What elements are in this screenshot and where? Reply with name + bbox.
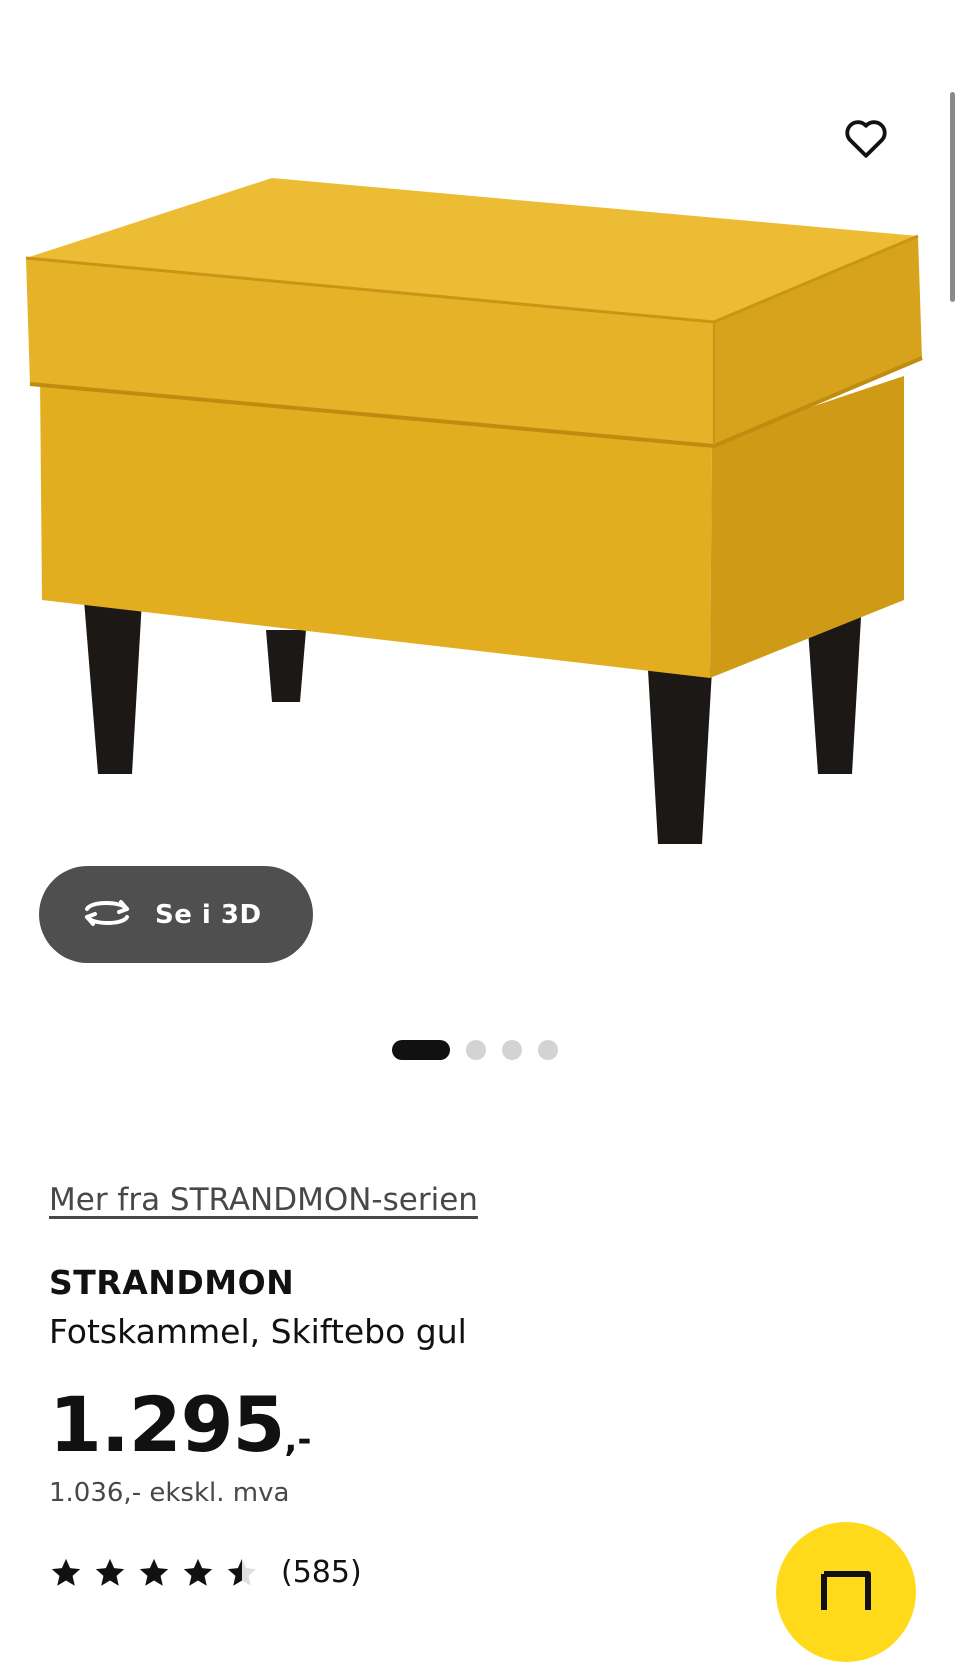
pagination-dot[interactable] (538, 1040, 558, 1060)
heart-outline-icon (843, 117, 889, 163)
pagination-dot-active[interactable] (392, 1040, 450, 1060)
star-icon (139, 1558, 169, 1586)
product-image (0, 170, 960, 890)
product-description: Fotskammel, Skiftebo gul (49, 1312, 467, 1351)
gallery-pagination (392, 1040, 558, 1060)
star-icon (227, 1558, 257, 1586)
product-price: 1.295,- (49, 1380, 311, 1469)
star-icon (95, 1558, 125, 1586)
star-icon (183, 1558, 213, 1586)
footstool-illustration (25, 178, 923, 844)
star-icon (51, 1558, 81, 1586)
rating-stars[interactable] (49, 1556, 259, 1590)
view-in-3d-button[interactable]: Se i 3D (39, 866, 313, 963)
favorite-button[interactable] (838, 112, 894, 168)
floating-action-button[interactable] (776, 1522, 916, 1662)
speech-bubble-icon (820, 1570, 872, 1662)
review-count[interactable]: (585) (281, 1555, 362, 1590)
price-amount: 1.295 (49, 1380, 285, 1469)
price-suffix: ,- (284, 1420, 312, 1460)
product-rating: (585) (49, 1555, 362, 1590)
product-name: STRANDMON (49, 1263, 295, 1302)
pagination-dot[interactable] (502, 1040, 522, 1060)
series-link[interactable]: Mer fra STRANDMON-serien (49, 1182, 478, 1218)
pagination-dot[interactable] (466, 1040, 486, 1060)
price-excl-vat: 1.036,- ekskl. mva (49, 1478, 290, 1508)
view-in-3d-label: Se i 3D (155, 899, 262, 930)
rotate-3d-icon (81, 896, 133, 934)
